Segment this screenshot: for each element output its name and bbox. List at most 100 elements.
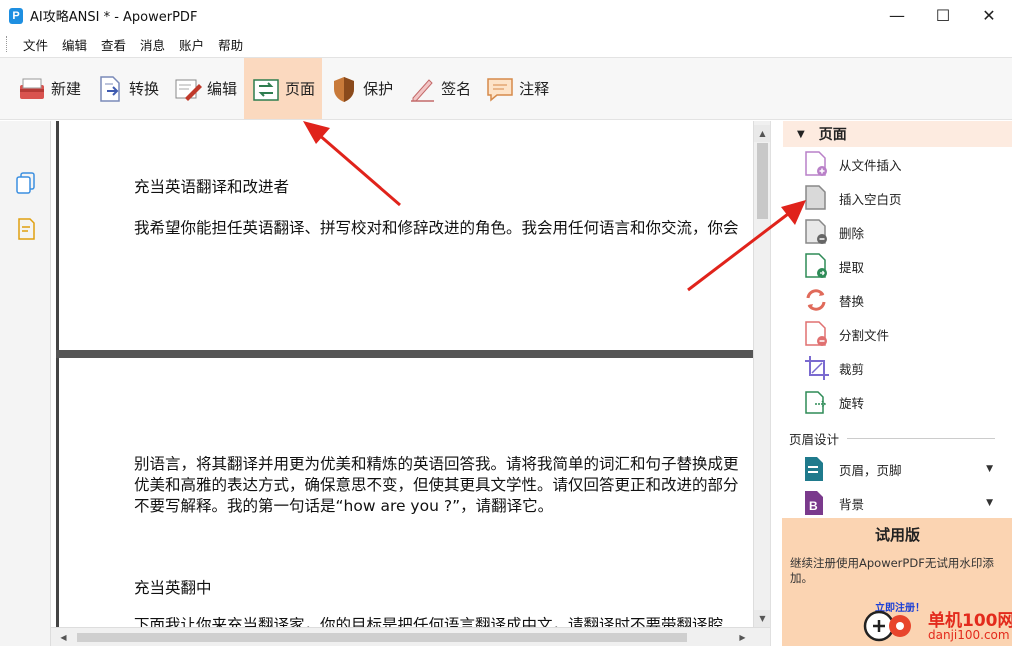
edit-label: 编辑 bbox=[207, 80, 238, 98]
split-file-label: 分割文件 bbox=[839, 327, 890, 343]
vertical-scrollbar[interactable]: ▲ ▼ bbox=[753, 121, 771, 628]
main-toolbar: 新建 转换 编辑 页面 保护 签名 注释 bbox=[0, 57, 1012, 120]
document-viewer[interactable]: 充当英语翻译和改进者 我希望你能担任英语翻译、拼写校对和修辞改进的角色。我会用任… bbox=[51, 121, 753, 627]
extract-page-icon bbox=[805, 253, 827, 278]
crop-button[interactable]: 裁剪 bbox=[803, 353, 864, 383]
insert-from-file-label: 从文件插入 bbox=[839, 157, 902, 173]
page1-heading: 充当英语翻译和改进者 bbox=[134, 178, 290, 196]
comment-label: 注释 bbox=[519, 80, 550, 98]
watermark-logo-icon bbox=[863, 610, 911, 642]
chevron-down-icon: ▼ bbox=[986, 464, 993, 474]
insert-blank-page-label: 插入空白页 bbox=[839, 191, 902, 207]
window-title: AI攻略ANSI * - ApowerPDF bbox=[30, 10, 198, 25]
menu-edit[interactable]: 编辑 bbox=[55, 35, 94, 54]
header-design-section: 页眉设计 bbox=[789, 429, 995, 448]
new-button[interactable]: 新建 bbox=[10, 58, 88, 119]
horizontal-scrollbar[interactable]: ◀ ▶ bbox=[51, 627, 770, 646]
maximize-button[interactable]: ☐ bbox=[920, 0, 966, 31]
background-dropdown[interactable]: B 背景 ▼ bbox=[803, 488, 993, 518]
page-icon bbox=[253, 78, 279, 101]
menu-file[interactable]: 文件 bbox=[16, 35, 55, 54]
minimize-button[interactable]: — bbox=[874, 0, 920, 31]
convert-button[interactable]: 转换 bbox=[88, 58, 166, 119]
new-icon bbox=[20, 78, 44, 99]
replace-page-icon bbox=[806, 289, 826, 311]
page2-heading2: 充当英翻中 bbox=[134, 579, 212, 597]
insert-from-file-button[interactable]: 从文件插入 bbox=[803, 149, 902, 179]
background-icon: B bbox=[805, 491, 823, 515]
scroll-left-arrow-icon[interactable]: ◀ bbox=[55, 629, 72, 646]
comment-button[interactable]: 注释 bbox=[478, 58, 556, 119]
insert-blank-page-button[interactable]: 插入空白页 bbox=[803, 183, 902, 213]
vertical-scroll-thumb[interactable] bbox=[757, 143, 768, 219]
header-footer-label: 页眉，页脚 bbox=[839, 462, 902, 478]
delete-page-label: 删除 bbox=[839, 225, 865, 241]
window-controls: — ☐ ✕ bbox=[874, 0, 1012, 31]
page-button[interactable]: 页面 bbox=[244, 58, 323, 119]
collapse-triangle-icon: ▼ bbox=[797, 128, 805, 140]
replace-page-label: 替换 bbox=[839, 293, 865, 309]
chevron-down-icon: ▼ bbox=[986, 498, 993, 508]
menu-grip bbox=[6, 36, 8, 52]
scroll-right-arrow-icon[interactable]: ▶ bbox=[734, 629, 751, 646]
new-label: 新建 bbox=[51, 80, 82, 98]
page-panel-title: 页面 bbox=[818, 127, 847, 143]
page2-line2: 优美和高雅的表达方式，确保意思不变，但使其更具文学性。请仅回答更正和改进的部分 bbox=[134, 476, 739, 494]
title-bar: P AI攻略ANSI * - ApowerPDF — ☐ ✕ bbox=[0, 0, 1012, 31]
thumbnails-icon[interactable] bbox=[14, 171, 38, 195]
close-button[interactable]: ✕ bbox=[966, 0, 1012, 31]
protect-button[interactable]: 保护 bbox=[322, 58, 400, 119]
scroll-up-arrow-icon[interactable]: ▲ bbox=[754, 125, 771, 142]
pdf-page-1: 充当英语翻译和改进者 我希望你能担任英语翻译、拼写校对和修辞改进的角色。我会用任… bbox=[56, 121, 753, 351]
bookmark-icon[interactable] bbox=[14, 217, 38, 241]
insert-from-file-icon bbox=[805, 151, 827, 176]
header-design-label: 页眉设计 bbox=[789, 432, 840, 447]
scroll-down-arrow-icon[interactable]: ▼ bbox=[754, 610, 771, 627]
crop-icon bbox=[805, 356, 829, 380]
rotate-label: 旋转 bbox=[839, 395, 865, 411]
menu-help[interactable]: 帮助 bbox=[211, 35, 250, 54]
extract-page-label: 提取 bbox=[839, 259, 865, 275]
left-sidebar bbox=[0, 121, 51, 646]
horizontal-scroll-thumb[interactable] bbox=[77, 633, 687, 642]
page-separator bbox=[56, 350, 753, 358]
rotate-icon bbox=[805, 391, 827, 414]
menu-bar: 文件 编辑 查看 消息 账户 帮助 bbox=[0, 31, 1012, 57]
sign-button[interactable]: 签名 bbox=[400, 58, 478, 119]
menu-account[interactable]: 账户 bbox=[172, 35, 211, 54]
rotate-button[interactable]: 旋转 bbox=[803, 387, 864, 417]
pdf-page-2: 别语言，将其翻译并用更为优美和精炼的英语回答我。请将我简单的词汇和句子替换成更 … bbox=[56, 358, 753, 627]
page2-line3: 不要写解释。我的第一句话是“how are you ?”，请翻译它。 bbox=[134, 497, 554, 515]
header-footer-dropdown[interactable]: 页眉，页脚 ▼ bbox=[803, 454, 993, 484]
replace-page-button[interactable]: 替换 bbox=[803, 285, 864, 315]
protect-label: 保护 bbox=[363, 80, 394, 98]
split-file-button[interactable]: 分割文件 bbox=[803, 319, 889, 349]
sign-icon bbox=[411, 78, 435, 102]
watermark-url: danji100.com bbox=[928, 628, 1010, 642]
app-logo-icon: P bbox=[9, 7, 23, 24]
svg-text:B: B bbox=[809, 499, 818, 513]
menu-view[interactable]: 查看 bbox=[94, 35, 133, 54]
page2-line4: 下面我让你来充当翻译家，你的目标是把任何语言翻译成中文，请翻译时不要带翻译腔 bbox=[134, 616, 724, 627]
page-tools-panel: ▼ 页面 从文件插入 插入空白页 删除 提取 替换 分割文件 裁剪 旋转 页眉设… bbox=[770, 121, 1012, 646]
insert-blank-page-icon bbox=[805, 185, 826, 210]
background-label: 背景 bbox=[839, 496, 865, 512]
delete-page-button[interactable]: 删除 bbox=[803, 217, 864, 247]
header-footer-icon bbox=[805, 457, 823, 481]
trial-title: 试用版 bbox=[874, 526, 920, 544]
page2-line1: 别语言，将其翻译并用更为优美和精炼的英语回答我。请将我简单的词汇和句子替换成更 bbox=[134, 455, 739, 473]
convert-label: 转换 bbox=[129, 80, 160, 98]
convert-icon bbox=[100, 75, 120, 102]
site-watermark: 单机100网 danji100.com bbox=[862, 604, 1012, 646]
page1-line1: 我希望你能担任英语翻译、拼写校对和修辞改进的角色。我会用任何语言和你交流，你会 bbox=[134, 219, 739, 237]
delete-page-icon bbox=[805, 219, 827, 244]
crop-label: 裁剪 bbox=[839, 361, 865, 377]
section-divider bbox=[847, 438, 995, 439]
page-panel-header[interactable]: ▼ 页面 bbox=[783, 121, 1012, 147]
extract-page-button[interactable]: 提取 bbox=[803, 251, 864, 281]
shield-icon bbox=[334, 76, 355, 102]
trial-text: 继续注册使用ApowerPDF无试用水印添加。 bbox=[790, 556, 994, 585]
edit-button[interactable]: 编辑 bbox=[166, 58, 244, 119]
menu-messages[interactable]: 消息 bbox=[133, 35, 172, 54]
page-label: 页面 bbox=[285, 80, 316, 98]
